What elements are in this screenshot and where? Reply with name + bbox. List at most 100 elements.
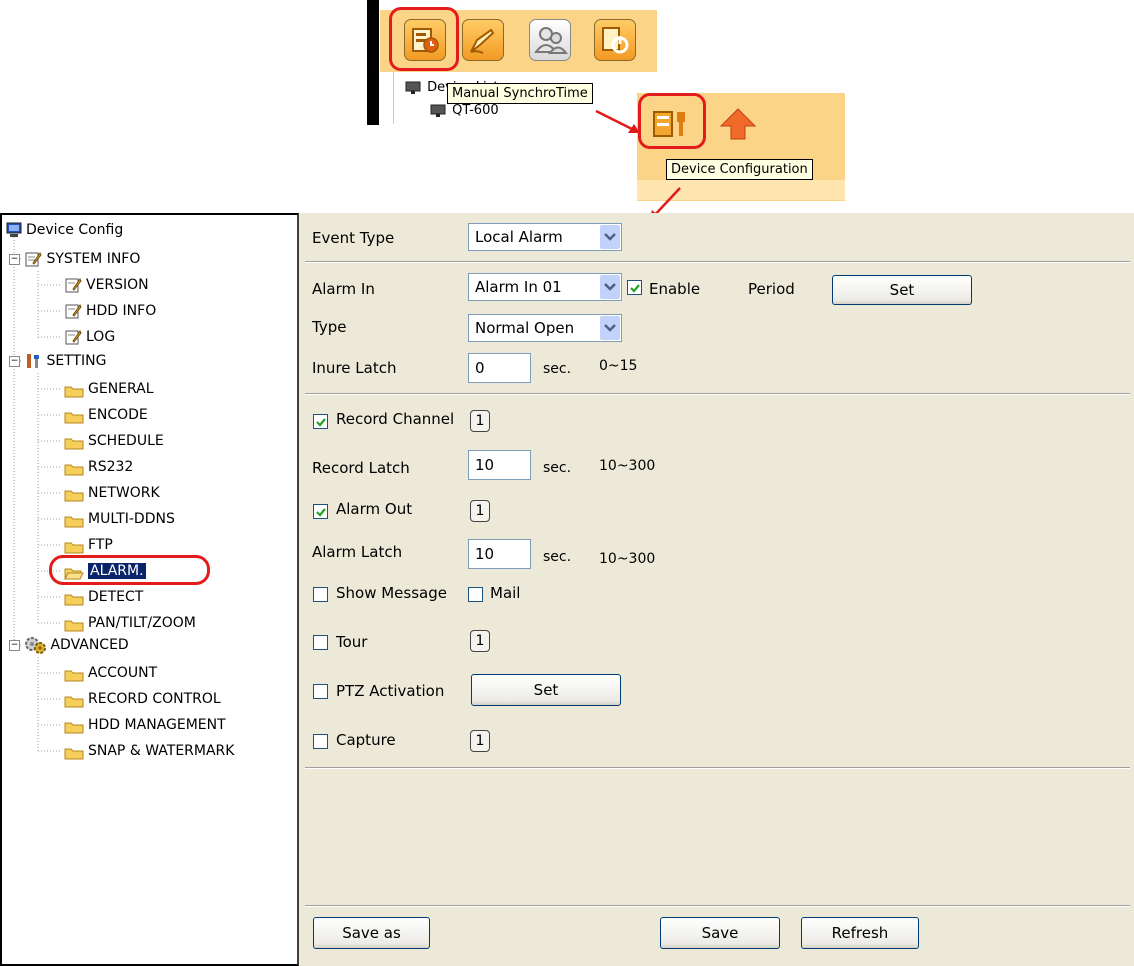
alarm-in-select[interactable]: Alarm In 01: [468, 273, 622, 301]
highlight-ring-alarm: [49, 555, 210, 585]
tree-label: GENERAL: [88, 381, 154, 397]
tree-root-device-config[interactable]: Device Config: [6, 219, 123, 241]
upload-button[interactable]: [718, 106, 758, 142]
tree-label: ENCODE: [88, 407, 148, 423]
pen-icon: [470, 28, 495, 54]
monitor-icon: [430, 104, 446, 117]
record-channel-1-button[interactable]: 1: [470, 410, 490, 432]
chevron-down-icon[interactable]: [600, 275, 620, 299]
inure-latch-unit: sec.: [543, 361, 572, 377]
inure-latch-input[interactable]: 0: [468, 353, 531, 383]
tree-item-schedule[interactable]: SCHEDULE: [64, 430, 164, 452]
folder-icon: [64, 409, 84, 423]
red-arrow-icon: [595, 109, 640, 133]
tree-item-multi-ddns[interactable]: MULTI-DDNS: [64, 508, 175, 530]
folder-icon: [64, 693, 84, 707]
tree-item-setting[interactable]: − SETTING: [9, 350, 107, 372]
tree-item-network[interactable]: NETWORK: [64, 482, 160, 504]
refresh-button[interactable]: Refresh: [801, 917, 919, 949]
record-latch-input[interactable]: 10: [468, 450, 531, 480]
tools-icon: [27, 354, 40, 368]
tree-item-advanced[interactable]: − ADVANCED: [9, 634, 129, 656]
tree-item-version[interactable]: VERSION: [64, 274, 149, 296]
tree-label: FTP: [88, 537, 113, 553]
mail-checkbox[interactable]: [468, 587, 483, 602]
checkmark-icon: [316, 418, 326, 427]
save-as-button[interactable]: Save as: [313, 917, 430, 949]
tree-label: HDD MANAGEMENT: [88, 717, 226, 733]
divider: [305, 393, 1130, 395]
tree-label: ACCOUNT: [88, 665, 158, 681]
record-channel-checkbox[interactable]: [313, 414, 328, 429]
tree-label: HDD INFO: [86, 303, 157, 319]
tree-item-pan-tilt-zoom[interactable]: PAN/TILT/ZOOM: [64, 612, 196, 634]
enable-checkbox[interactable]: [627, 280, 642, 295]
record-latch-range: 10~300: [599, 458, 656, 474]
capture-1-button[interactable]: 1: [470, 730, 490, 752]
tree-item-rs232[interactable]: RS232: [64, 456, 133, 478]
tree-item-account[interactable]: ACCOUNT: [64, 662, 157, 684]
chevron-down-icon[interactable]: [600, 316, 620, 340]
tree-item-log[interactable]: LOG: [64, 326, 115, 348]
folder-icon: [64, 591, 84, 605]
tree-lines: [13, 237, 62, 753]
tree-item-detect[interactable]: DETECT: [64, 586, 143, 608]
alarm-out-1-button[interactable]: 1: [470, 500, 490, 522]
alarm-out-checkbox[interactable]: [313, 504, 328, 519]
folder-icon: [64, 435, 84, 449]
tree-item-hdd-info[interactable]: HDD INFO: [64, 300, 156, 322]
tour-label: Tour: [336, 633, 368, 651]
tour-checkbox[interactable]: [313, 635, 328, 650]
ptz-set-button[interactable]: Set: [471, 674, 621, 706]
tree-label: DETECT: [88, 589, 144, 605]
pen-tool-button[interactable]: [462, 19, 504, 61]
collapse-icon[interactable]: −: [9, 639, 20, 651]
folder-icon: [64, 461, 84, 475]
computer-icon: [6, 222, 22, 237]
tree-label: SNAP & WATERMARK: [88, 743, 235, 759]
tree-item-hdd-management[interactable]: HDD MANAGEMENT: [64, 714, 226, 736]
save-button[interactable]: Save: [660, 917, 780, 949]
tree-label: RS232: [88, 459, 134, 475]
ptz-activation-checkbox[interactable]: [313, 684, 328, 699]
up-arrow-icon: [719, 108, 757, 140]
chevron-down-icon[interactable]: [600, 225, 620, 249]
alarm-latch-range: 10~300: [599, 551, 656, 567]
event-type-select[interactable]: Local Alarm: [468, 223, 622, 251]
monitor-icon: [405, 81, 421, 94]
type-label: Type: [312, 318, 347, 336]
config-tree: Device Config − SYSTEM INFO VERSION HDD …: [0, 213, 299, 966]
power-button[interactable]: [594, 19, 636, 61]
tree-item-record-control[interactable]: RECORD CONTROL: [64, 688, 221, 710]
tree-label: ADVANCED: [50, 637, 129, 653]
alarm-out-label: Alarm Out: [336, 500, 413, 518]
tree-item-snap-watermark[interactable]: SNAP & WATERMARK: [64, 740, 234, 762]
capture-checkbox[interactable]: [313, 734, 328, 749]
notepad-icon: [65, 330, 82, 345]
folder-icon: [64, 719, 84, 733]
collapse-icon[interactable]: −: [9, 355, 20, 367]
type-select[interactable]: Normal Open: [468, 314, 622, 342]
tree-item-system-info[interactable]: − SYSTEM INFO: [9, 248, 140, 270]
alarm-latch-label: Alarm Latch: [312, 543, 403, 561]
collapse-icon[interactable]: −: [9, 253, 20, 265]
tooltip-manual-synchro-time: Manual SynchroTime: [447, 83, 593, 104]
divider: [305, 767, 1130, 769]
tree-label: LOG: [86, 329, 116, 345]
divider: [305, 905, 1130, 907]
tree-item-ftp[interactable]: FTP: [64, 534, 113, 556]
alarm-in-value: Alarm In 01: [475, 278, 562, 296]
tree-label: PAN/TILT/ZOOM: [88, 615, 196, 631]
tree-item-general[interactable]: GENERAL: [64, 378, 154, 400]
mail-label: Mail: [490, 584, 521, 602]
tour-1-button[interactable]: 1: [470, 630, 490, 652]
show-message-checkbox[interactable]: [313, 587, 328, 602]
tree-label: MULTI-DDNS: [88, 511, 175, 527]
users-button[interactable]: [529, 19, 571, 61]
alarm-latch-input[interactable]: 10: [468, 539, 531, 569]
device-item-node[interactable]: QT-600: [430, 103, 499, 118]
tree-item-encode[interactable]: ENCODE: [64, 404, 148, 426]
tree-label: SYSTEM INFO: [46, 251, 141, 267]
period-set-button[interactable]: Set: [832, 275, 972, 305]
folder-icon: [64, 667, 84, 681]
